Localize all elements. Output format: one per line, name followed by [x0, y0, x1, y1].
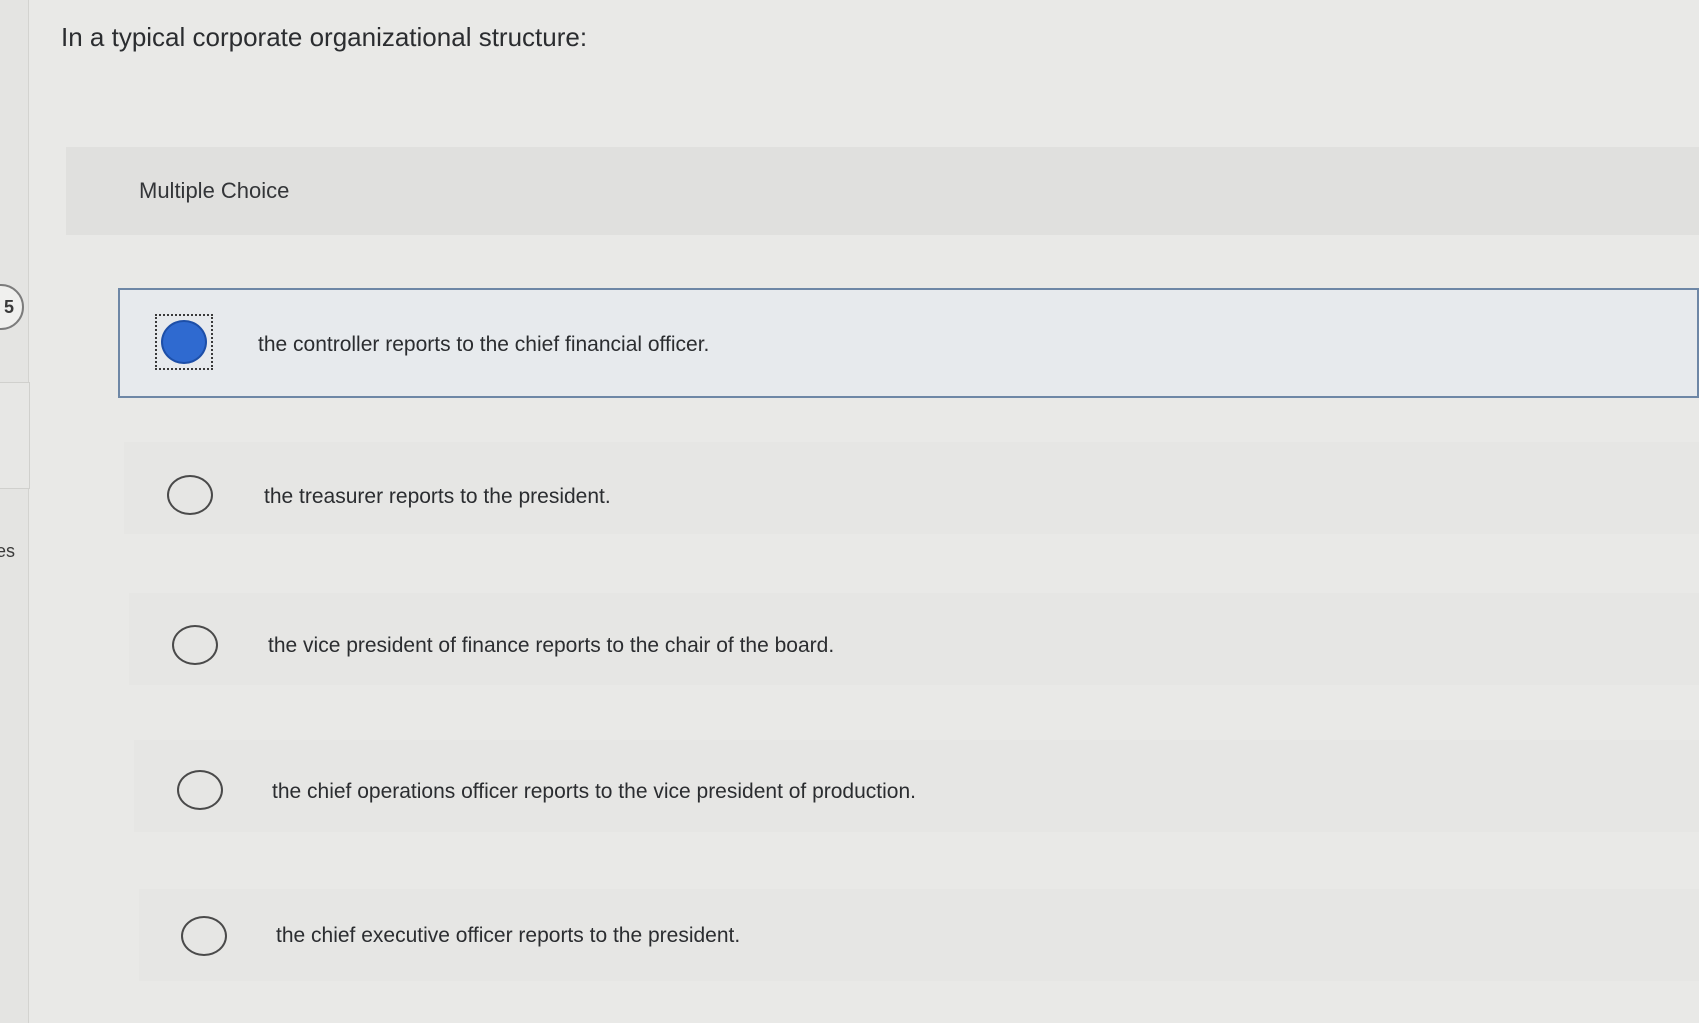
- radio-button-selected[interactable]: [161, 320, 207, 364]
- choice-text: the controller reports to the chief fina…: [258, 333, 710, 356]
- multiple-choice-label: Multiple Choice: [139, 178, 290, 203]
- choice-text: the chief operations officer reports to …: [272, 780, 916, 803]
- choice-text: the chief executive officer reports to t…: [276, 924, 741, 947]
- left-navigation-strip: [0, 0, 29, 1023]
- radio-button[interactable]: [181, 916, 227, 956]
- radio-button[interactable]: [172, 625, 218, 665]
- radio-button[interactable]: [167, 475, 213, 515]
- multiple-choice-header: [66, 147, 1699, 235]
- sidebar-label: es: [0, 541, 16, 561]
- radio-button[interactable]: [177, 770, 223, 810]
- choice-text: the vice president of finance reports to…: [268, 634, 835, 657]
- choice-text: the treasurer reports to the president.: [264, 485, 611, 508]
- question-prompt: In a typical corporate organizational st…: [61, 22, 588, 52]
- sidebar-panel-edge: [0, 382, 30, 489]
